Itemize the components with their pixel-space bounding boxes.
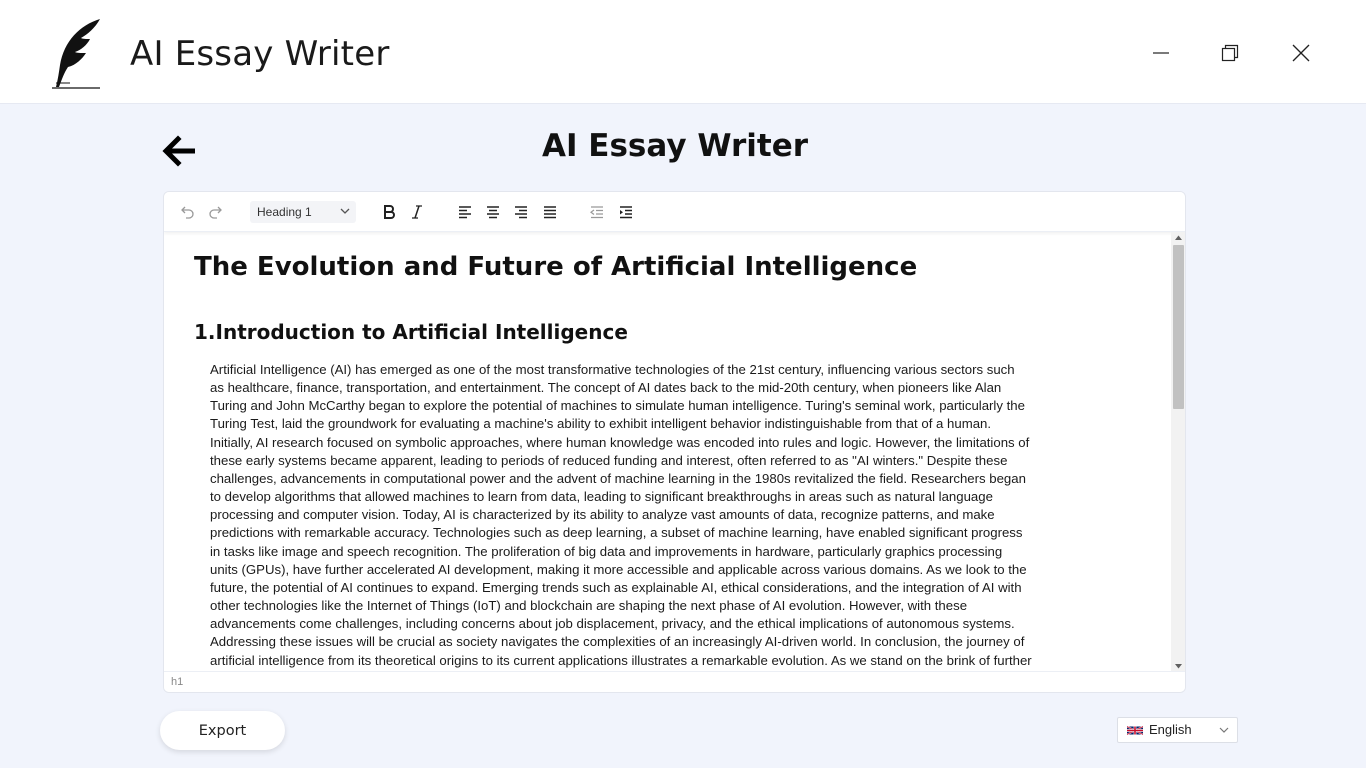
align-left-icon bbox=[459, 206, 471, 219]
italic-button[interactable] bbox=[406, 201, 428, 223]
close-button[interactable] bbox=[1278, 30, 1324, 76]
restore-icon bbox=[1221, 44, 1239, 62]
restore-button[interactable] bbox=[1207, 30, 1253, 76]
bold-icon bbox=[384, 205, 395, 219]
uk-flag-icon bbox=[1127, 725, 1143, 736]
language-select[interactable]: English bbox=[1117, 717, 1238, 743]
rich-text-editor: Heading 1 The Evolution and Future of Ar… bbox=[163, 191, 1186, 693]
vertical-scrollbar[interactable] bbox=[1171, 232, 1185, 672]
language-label: English bbox=[1149, 722, 1192, 737]
indent-icon bbox=[620, 206, 632, 219]
outdent-icon bbox=[589, 206, 603, 219]
element-path[interactable]: h1 bbox=[171, 676, 183, 688]
scrollbar-thumb[interactable] bbox=[1173, 245, 1184, 409]
indent-button[interactable] bbox=[615, 201, 637, 223]
redo-icon bbox=[209, 206, 222, 219]
block-format-label: Heading 1 bbox=[257, 205, 312, 219]
scroll-up-arrow-icon[interactable] bbox=[1174, 234, 1183, 242]
quill-logo-icon bbox=[52, 19, 100, 89]
chevron-down-icon bbox=[340, 208, 350, 214]
minimize-icon bbox=[1153, 52, 1169, 54]
title-bar: AI Essay Writer bbox=[0, 0, 1366, 104]
undo-icon bbox=[181, 206, 194, 219]
block-format-select[interactable]: Heading 1 bbox=[250, 201, 356, 223]
scroll-down-arrow-icon[interactable] bbox=[1174, 662, 1183, 670]
editor-content[interactable]: The Evolution and Future of Artificial I… bbox=[164, 232, 1170, 672]
chevron-down-icon bbox=[1219, 727, 1229, 733]
align-justify-button[interactable] bbox=[539, 201, 561, 223]
outdent-button[interactable] bbox=[586, 201, 608, 223]
close-icon bbox=[1292, 44, 1310, 62]
align-center-icon bbox=[487, 206, 499, 219]
document-title[interactable]: The Evolution and Future of Artificial I… bbox=[194, 252, 917, 282]
align-justify-icon bbox=[544, 206, 556, 219]
section-heading[interactable]: 1.Introduction to Artificial Intelligenc… bbox=[194, 320, 628, 344]
undo-button[interactable] bbox=[176, 201, 198, 223]
italic-icon bbox=[412, 205, 422, 219]
editor-toolbar: Heading 1 bbox=[164, 192, 1185, 232]
page-title: AI Essay Writer bbox=[541, 128, 809, 164]
redo-button[interactable] bbox=[205, 201, 227, 223]
bold-button[interactable] bbox=[378, 201, 400, 223]
align-left-button[interactable] bbox=[454, 201, 476, 223]
export-button[interactable]: Export bbox=[160, 711, 285, 750]
align-right-icon bbox=[515, 206, 527, 219]
align-center-button[interactable] bbox=[482, 201, 504, 223]
paragraph[interactable]: Artificial Intelligence (AI) has emerged… bbox=[210, 361, 1032, 672]
align-right-button[interactable] bbox=[510, 201, 532, 223]
editor-status-bar: h1 bbox=[164, 671, 1185, 692]
app-title: AI Essay Writer bbox=[130, 34, 390, 74]
minimize-button[interactable] bbox=[1138, 30, 1184, 76]
